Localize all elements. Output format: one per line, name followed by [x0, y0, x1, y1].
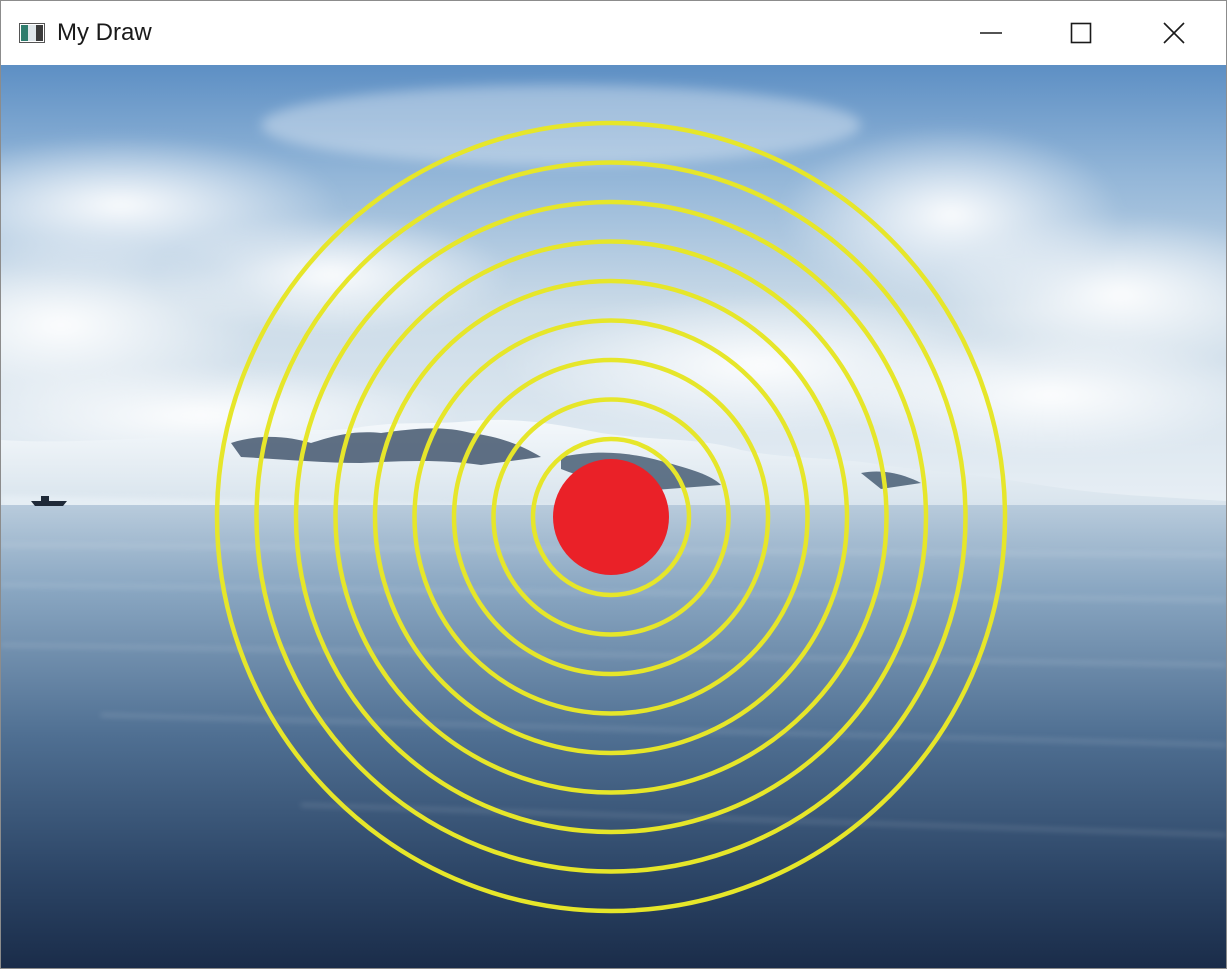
- close-button[interactable]: [1128, 1, 1220, 65]
- canvas-scene: [1, 65, 1226, 968]
- minimize-button[interactable]: [945, 1, 1037, 65]
- close-icon: [1163, 22, 1185, 44]
- maximize-button[interactable]: [1035, 1, 1127, 65]
- title-bar[interactable]: My Draw: [1, 1, 1226, 65]
- window-title: My Draw: [57, 19, 152, 46]
- app-window: My Draw: [0, 0, 1227, 969]
- minimize-icon: [980, 32, 1002, 34]
- app-window-icon: [19, 23, 45, 43]
- drawing-canvas[interactable]: [1, 65, 1226, 968]
- center-dot: [553, 459, 669, 575]
- maximize-icon: [1070, 22, 1092, 44]
